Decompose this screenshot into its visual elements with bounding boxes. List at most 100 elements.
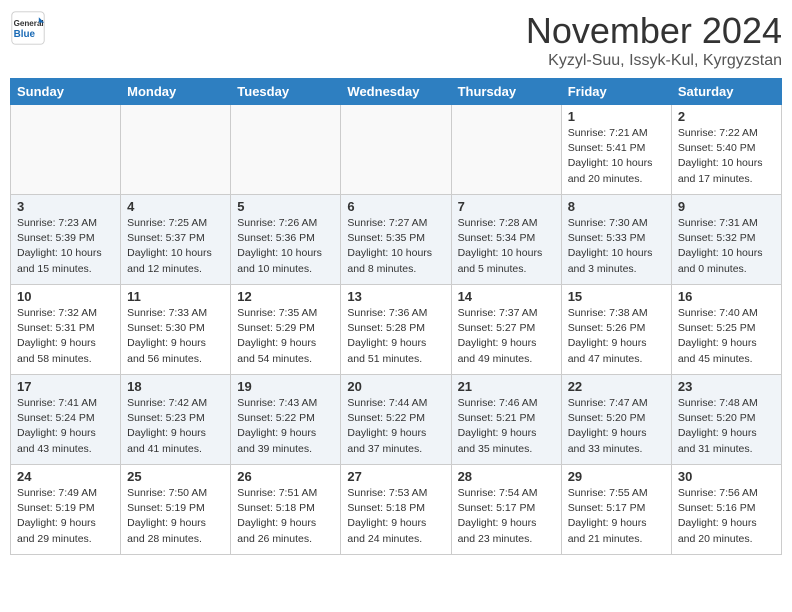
day-number: 4 <box>127 199 224 214</box>
day-cell <box>11 105 121 195</box>
header: General Blue November 2024 Kyzyl-Suu, Is… <box>10 10 782 70</box>
col-header-saturday: Saturday <box>671 79 781 105</box>
day-info: Sunrise: 7:48 AM Sunset: 5:20 PM Dayligh… <box>678 396 775 457</box>
day-number: 11 <box>127 289 224 304</box>
day-cell: 12Sunrise: 7:35 AM Sunset: 5:29 PM Dayli… <box>231 285 341 375</box>
day-number: 7 <box>458 199 555 214</box>
day-info: Sunrise: 7:23 AM Sunset: 5:39 PM Dayligh… <box>17 216 114 277</box>
day-info: Sunrise: 7:40 AM Sunset: 5:25 PM Dayligh… <box>678 306 775 367</box>
day-number: 20 <box>347 379 444 394</box>
calendar-table: SundayMondayTuesdayWednesdayThursdayFrid… <box>10 78 782 555</box>
day-number: 2 <box>678 109 775 124</box>
day-number: 21 <box>458 379 555 394</box>
day-number: 5 <box>237 199 334 214</box>
week-row-4: 17Sunrise: 7:41 AM Sunset: 5:24 PM Dayli… <box>11 375 782 465</box>
title-area: November 2024 Kyzyl-Suu, Issyk-Kul, Kyrg… <box>526 10 782 70</box>
day-cell: 5Sunrise: 7:26 AM Sunset: 5:36 PM Daylig… <box>231 195 341 285</box>
day-info: Sunrise: 7:33 AM Sunset: 5:30 PM Dayligh… <box>127 306 224 367</box>
day-info: Sunrise: 7:36 AM Sunset: 5:28 PM Dayligh… <box>347 306 444 367</box>
day-cell: 15 Sunrise: 7:38 AM Sunset: 5:26 PM Dayli… <box>561 285 671 375</box>
location: Kyzyl-Suu, Issyk-Kul, Kyrgyzstan <box>526 52 782 70</box>
header-row: SundayMondayTuesdayWednesdayThursdayFrid… <box>11 79 782 105</box>
day-cell: 22Sunrise: 7:47 AM Sunset: 5:20 PM Dayli… <box>561 375 671 465</box>
week-row-3: 10Sunrise: 7:32 AM Sunset: 5:31 PM Dayli… <box>11 285 782 375</box>
month-title: November 2024 <box>526 10 782 52</box>
day-number: 3 <box>17 199 114 214</box>
day-cell: 3 Sunrise: 7:23 AM Sunset: 5:39 PM Daylig… <box>11 195 121 285</box>
day-cell: 6 Sunrise: 7:27 AM Sunset: 5:35 PM Daylig… <box>341 195 451 285</box>
week-row-1: 1Sunrise: 7:21 AM Sunset: 5:41 PM Daylig… <box>11 105 782 195</box>
day-cell: 29 Sunrise: 7:55 AM Sunset: 5:17 PM Dayli… <box>561 465 671 555</box>
day-number: 26 <box>237 469 334 484</box>
day-info: Sunrise: 7:44 AM Sunset: 5:22 PM Dayligh… <box>347 396 444 457</box>
day-cell: 21 Sunrise: 7:46 AM Sunset: 5:21 PM Dayli… <box>451 375 561 465</box>
day-cell: 11 Sunrise: 7:33 AM Sunset: 5:30 PM Dayli… <box>121 285 231 375</box>
day-info: Sunrise: 7:56 AM Sunset: 5:16 PM Dayligh… <box>678 486 775 547</box>
day-cell <box>451 105 561 195</box>
day-info: Sunrise: 7:54 AM Sunset: 5:17 PM Dayligh… <box>458 486 555 547</box>
day-number: 14 <box>458 289 555 304</box>
day-cell: 27 Sunrise: 7:53 AM Sunset: 5:18 PM Dayli… <box>341 465 451 555</box>
day-number: 19 <box>237 379 334 394</box>
col-header-wednesday: Wednesday <box>341 79 451 105</box>
day-number: 30 <box>678 469 775 484</box>
day-info: Sunrise: 7:35 AM Sunset: 5:29 PM Dayligh… <box>237 306 334 367</box>
day-info: Sunrise: 7:31 AM Sunset: 5:32 PM Dayligh… <box>678 216 775 277</box>
day-info: Sunrise: 7:53 AM Sunset: 5:18 PM Dayligh… <box>347 486 444 547</box>
day-cell: 14Sunrise: 7:37 AM Sunset: 5:27 PM Dayli… <box>451 285 561 375</box>
day-number: 25 <box>127 469 224 484</box>
day-info: Sunrise: 7:46 AM Sunset: 5:21 PM Dayligh… <box>458 396 555 457</box>
day-cell: 2 Sunrise: 7:22 AM Sunset: 5:40 PM Daylig… <box>671 105 781 195</box>
day-number: 16 <box>678 289 775 304</box>
day-number: 15 <box>568 289 665 304</box>
day-number: 23 <box>678 379 775 394</box>
day-cell: 4 Sunrise: 7:25 AM Sunset: 5:37 PM Daylig… <box>121 195 231 285</box>
logo-icon: General Blue <box>10 10 46 46</box>
day-cell: 7 Sunrise: 7:28 AM Sunset: 5:34 PM Daylig… <box>451 195 561 285</box>
col-header-tuesday: Tuesday <box>231 79 341 105</box>
day-cell: 17Sunrise: 7:41 AM Sunset: 5:24 PM Dayli… <box>11 375 121 465</box>
col-header-thursday: Thursday <box>451 79 561 105</box>
day-info: Sunrise: 7:43 AM Sunset: 5:22 PM Dayligh… <box>237 396 334 457</box>
day-number: 1 <box>568 109 665 124</box>
day-cell: 13 Sunrise: 7:36 AM Sunset: 5:28 PM Dayli… <box>341 285 451 375</box>
day-info: Sunrise: 7:25 AM Sunset: 5:37 PM Dayligh… <box>127 216 224 277</box>
day-number: 8 <box>568 199 665 214</box>
day-cell: 1Sunrise: 7:21 AM Sunset: 5:41 PM Daylig… <box>561 105 671 195</box>
day-cell: 18 Sunrise: 7:42 AM Sunset: 5:23 PM Dayli… <box>121 375 231 465</box>
day-number: 9 <box>678 199 775 214</box>
day-number: 29 <box>568 469 665 484</box>
week-row-2: 3 Sunrise: 7:23 AM Sunset: 5:39 PM Daylig… <box>11 195 782 285</box>
day-number: 18 <box>127 379 224 394</box>
day-cell: 23 Sunrise: 7:48 AM Sunset: 5:20 PM Dayli… <box>671 375 781 465</box>
day-info: Sunrise: 7:50 AM Sunset: 5:19 PM Dayligh… <box>127 486 224 547</box>
day-cell <box>121 105 231 195</box>
day-info: Sunrise: 7:22 AM Sunset: 5:40 PM Dayligh… <box>678 126 775 187</box>
day-cell: 25 Sunrise: 7:50 AM Sunset: 5:19 PM Dayli… <box>121 465 231 555</box>
day-info: Sunrise: 7:28 AM Sunset: 5:34 PM Dayligh… <box>458 216 555 277</box>
week-row-5: 24Sunrise: 7:49 AM Sunset: 5:19 PM Dayli… <box>11 465 782 555</box>
day-cell: 20 Sunrise: 7:44 AM Sunset: 5:22 PM Dayli… <box>341 375 451 465</box>
col-header-friday: Friday <box>561 79 671 105</box>
col-header-monday: Monday <box>121 79 231 105</box>
svg-text:Blue: Blue <box>14 29 36 40</box>
day-info: Sunrise: 7:51 AM Sunset: 5:18 PM Dayligh… <box>237 486 334 547</box>
day-number: 24 <box>17 469 114 484</box>
day-number: 28 <box>458 469 555 484</box>
day-cell: 16 Sunrise: 7:40 AM Sunset: 5:25 PM Dayli… <box>671 285 781 375</box>
day-cell: 10Sunrise: 7:32 AM Sunset: 5:31 PM Dayli… <box>11 285 121 375</box>
day-info: Sunrise: 7:42 AM Sunset: 5:23 PM Dayligh… <box>127 396 224 457</box>
day-cell: 28 Sunrise: 7:54 AM Sunset: 5:17 PM Dayli… <box>451 465 561 555</box>
day-number: 17 <box>17 379 114 394</box>
day-number: 13 <box>347 289 444 304</box>
day-cell: 19 Sunrise: 7:43 AM Sunset: 5:22 PM Dayli… <box>231 375 341 465</box>
logo: General Blue <box>10 10 46 46</box>
day-cell <box>231 105 341 195</box>
day-number: 6 <box>347 199 444 214</box>
day-info: Sunrise: 7:55 AM Sunset: 5:17 PM Dayligh… <box>568 486 665 547</box>
day-info: Sunrise: 7:27 AM Sunset: 5:35 PM Dayligh… <box>347 216 444 277</box>
day-number: 27 <box>347 469 444 484</box>
day-number: 22 <box>568 379 665 394</box>
day-cell: 24Sunrise: 7:49 AM Sunset: 5:19 PM Dayli… <box>11 465 121 555</box>
day-info: Sunrise: 7:38 AM Sunset: 5:26 PM Dayligh… <box>568 306 665 367</box>
